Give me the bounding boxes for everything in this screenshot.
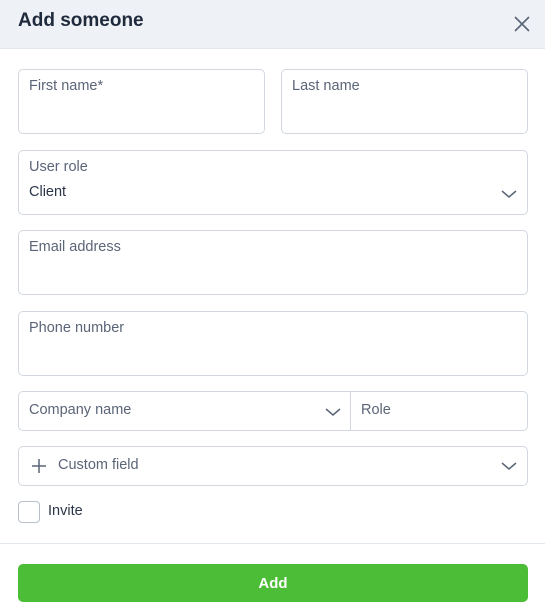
email-field[interactable]: Email address bbox=[18, 230, 528, 295]
user-role-label: User role bbox=[29, 159, 88, 175]
footer-divider bbox=[0, 543, 545, 544]
custom-field-select[interactable]: Custom field bbox=[18, 446, 528, 486]
dialog-title: Add someone bbox=[18, 10, 144, 31]
chevron-down-icon bbox=[325, 408, 341, 416]
user-role-value: Client bbox=[29, 184, 67, 200]
custom-field-label: Custom field bbox=[58, 457, 139, 473]
user-role-select[interactable]: User role Client bbox=[18, 150, 528, 215]
add-button[interactable]: Add bbox=[18, 564, 528, 602]
role-placeholder: Role bbox=[361, 402, 391, 418]
dialog-header: Add someone bbox=[0, 0, 545, 49]
phone-field[interactable]: Phone number bbox=[18, 311, 528, 376]
role-input[interactable]: Role bbox=[351, 392, 527, 430]
phone-label: Phone number bbox=[29, 320, 125, 336]
company-role-row: Company name Role bbox=[18, 391, 528, 431]
first-name-field[interactable]: First name* bbox=[18, 69, 265, 134]
chevron-down-icon bbox=[501, 462, 517, 470]
company-name-select[interactable]: Company name bbox=[19, 392, 350, 430]
email-label: Email address bbox=[29, 239, 121, 255]
close-icon[interactable] bbox=[512, 14, 532, 34]
plus-icon bbox=[32, 459, 46, 473]
last-name-label: Last name bbox=[292, 78, 360, 94]
company-name-placeholder: Company name bbox=[29, 402, 132, 418]
first-name-label: First name* bbox=[29, 78, 104, 94]
last-name-field[interactable]: Last name bbox=[281, 69, 528, 134]
invite-checkbox[interactable] bbox=[18, 501, 40, 523]
invite-label[interactable]: Invite bbox=[48, 503, 83, 519]
chevron-down-icon bbox=[501, 190, 517, 198]
